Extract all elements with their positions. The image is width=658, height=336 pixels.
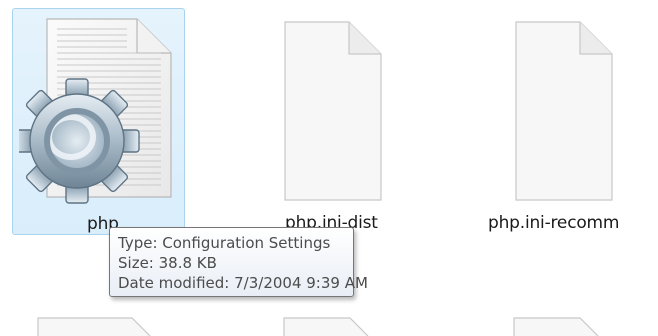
blank-document-icon[interactable] bbox=[512, 316, 622, 336]
config-settings-gear-file-icon bbox=[19, 18, 172, 204]
file-item-php[interactable]: php bbox=[12, 8, 185, 235]
file-item-php-ini-dist[interactable]: php.ini-dist bbox=[265, 8, 445, 235]
file-info-tooltip: Type: Configuration Settings Size: 38.8 … bbox=[109, 227, 368, 297]
blank-document-icon[interactable] bbox=[282, 316, 392, 336]
file-name-label: php.ini-recomm bbox=[488, 213, 620, 233]
tooltip-date-modified: Date modified: 7/3/2004 9:39 AM bbox=[118, 274, 368, 292]
blank-document-icon bbox=[515, 21, 613, 201]
file-item-php-ini-recommended[interactable]: php.ini-recomm bbox=[488, 8, 658, 235]
tooltip-type: Type: Configuration Settings bbox=[118, 234, 331, 252]
blank-document-icon[interactable] bbox=[36, 316, 166, 336]
tooltip-size: Size: 38.8 KB bbox=[118, 254, 217, 272]
blank-document-icon bbox=[284, 21, 382, 201]
